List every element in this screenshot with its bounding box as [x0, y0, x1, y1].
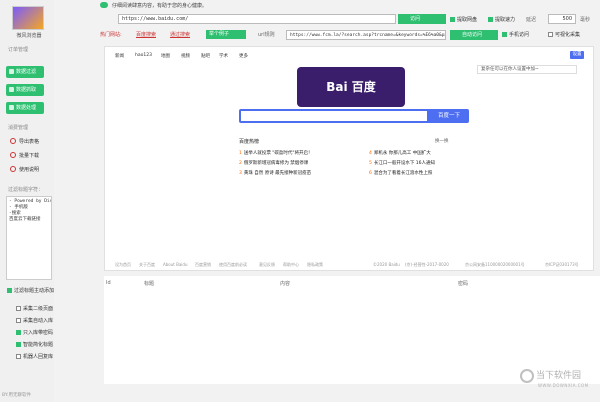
footer-text: ©2020 Baidu [373, 262, 400, 267]
hot-item[interactable]: 6 混合为了看着长江溶水性上照 [369, 170, 432, 176]
extract-speed-checkbox[interactable]: 提取速力 [488, 16, 515, 23]
help-item[interactable]: 使用说明 [10, 166, 39, 173]
extract-pan-checkbox[interactable]: 提取网盘 [450, 16, 477, 23]
hot-item[interactable]: 2 俄罗斯新增冠病毒修为 禁烟停课 [239, 160, 308, 166]
wechat-icon [100, 2, 108, 8]
visit-button[interactable]: 访问 [398, 14, 446, 24]
hot-item[interactable]: 3 黄珠 自然 原诗 最先接种新冠疫苗 [239, 170, 311, 176]
url-rule-label: url规则 [258, 32, 275, 38]
footer-link[interactable]: 关于百度 [139, 262, 155, 268]
hot-sites-label: 热门网站: [100, 32, 122, 38]
nav-tieba[interactable]: 贴吧 [201, 53, 210, 59]
baidu-logo: Bai 百度 [297, 67, 405, 107]
tip-box: 复杂任可以在你人设置中加~ [477, 65, 577, 74]
help-icon [10, 166, 16, 172]
browser-view: 新闻 hao123 地图 视频 贴吧 学术 更多 设置 Bai 百度 复杂任可以… [104, 46, 594, 271]
hot-item[interactable]: 5 长江口一般开设水下 16人通知 [369, 160, 435, 166]
nav-more[interactable]: 更多 [239, 53, 248, 59]
filter-textarea[interactable]: - Powered by Discuz! - 手机版 -搜索 百度云下载链接 [6, 196, 52, 280]
footer-link[interactable]: 隐私政策 [307, 262, 323, 268]
filter-auto-add-checkbox[interactable]: 过滤标题主动添加 [7, 287, 54, 294]
option-checkbox-5[interactable]: 机器人回复库 [16, 353, 53, 360]
sidebar: 微风浏览器 订单管理 数据过滤 数据抓取 数据处理 消费管理 导出表格 批量下载… [0, 0, 54, 402]
export-table-item[interactable]: 导出表格 [10, 138, 39, 145]
download-icon [10, 152, 16, 158]
banner: 仔细阅读肆意内容，有助于您的身心健康。 [100, 2, 207, 9]
footer-link[interactable]: 设为首页 [115, 262, 131, 268]
settings-button[interactable]: 设置 [570, 51, 584, 59]
watermark: 当下软件园 WWW.DOWNXIA.COM [520, 368, 596, 398]
option-checkbox-1[interactable]: 采集二级页面 [16, 305, 53, 312]
example-chip[interactable]: 举个例子 [206, 30, 246, 39]
footer-text: 京ICP证030173号 [545, 262, 579, 267]
option-checkbox-2[interactable]: 采集自动入库 [16, 317, 53, 324]
data-grab-button[interactable]: 数据抓取 [6, 84, 44, 96]
col-content[interactable]: 内容 [280, 280, 290, 287]
footer-link[interactable]: About Baidu [163, 262, 187, 267]
nav-xueshu[interactable]: 学术 [219, 53, 228, 59]
search-input[interactable] [239, 109, 429, 123]
group2-title: 消费管理 [8, 125, 29, 131]
footer-link[interactable]: 意见反馈 [259, 262, 275, 268]
footer-link[interactable]: 使用百度前必读 [219, 262, 247, 268]
hot-link-1[interactable]: 百度搜索 [136, 31, 156, 38]
footer-text: 京公网安备11000002000001号 [465, 262, 525, 267]
url-input[interactable]: https://www.baidu.com/ [118, 14, 396, 24]
nav-news[interactable]: 新闻 [115, 53, 124, 59]
notes-title: 过滤标题字符： [8, 187, 44, 193]
group1-title: 订单管理 [8, 47, 29, 53]
nav-hao123[interactable]: hao123 [135, 53, 152, 58]
col-id[interactable]: Id [106, 280, 111, 286]
hot-item[interactable]: 4 郑机永 你那儿高工 中国扩大 [369, 150, 431, 156]
col-password[interactable]: 密码 [458, 280, 468, 287]
toolbar: 仔细阅读肆意内容，有助于您的身心健康。 https://www.baidu.co… [100, 0, 600, 40]
footer-link[interactable]: 百度营销 [195, 262, 211, 268]
auto-visit-button[interactable]: 自动访问 [450, 30, 498, 40]
mobile-visit-checkbox[interactable]: 手机访问 [502, 31, 529, 38]
data-process-button[interactable]: 数据处理 [6, 102, 44, 114]
nav-map[interactable]: 地图 [161, 53, 170, 59]
hot-item[interactable]: 1 送举人就投票 "碳盈时代"将开启！ [239, 150, 312, 156]
sidebar-footer: BY:用无聊软件 [2, 393, 32, 398]
app-window: 微风浏览器 订单管理 数据过滤 数据抓取 数据处理 消费管理 导出表格 批量下载… [0, 0, 600, 402]
search-button[interactable]: 百度一下 [429, 109, 469, 123]
app-logo [12, 6, 44, 30]
nav-video[interactable]: 视频 [181, 53, 190, 59]
col-title[interactable]: 标题 [144, 280, 154, 287]
batch-download-item[interactable]: 批量下载 [10, 152, 39, 159]
speed-unit: 毫秒 [580, 17, 591, 23]
footer-text: (京)-经营性-2017-0020 [405, 262, 449, 267]
footer-link[interactable]: 帮助中心 [283, 262, 299, 268]
hot-refresh-link[interactable]: 换一换 [435, 138, 449, 144]
hot-link-2[interactable]: 通过搜索 [170, 31, 190, 38]
speed-input[interactable]: 500 [548, 14, 576, 24]
option-checkbox-3[interactable]: 只入库带密码 [16, 329, 53, 336]
watermark-logo-icon [520, 368, 534, 383]
app-logo-caption: 微风浏览器 [16, 33, 42, 39]
url-rule-input[interactable]: https://www.fcm.la/?search.asp?trcname=&… [286, 30, 446, 40]
option-checkbox-4[interactable]: 智能简化标题 [16, 341, 53, 348]
visual-collect-checkbox[interactable]: 可视化采集 [548, 31, 580, 38]
speed-label: 延迟 [526, 17, 537, 23]
export-icon [10, 138, 16, 144]
hot-list-title: 百度热榜 [239, 139, 260, 145]
data-filter-button[interactable]: 数据过滤 [6, 66, 44, 78]
